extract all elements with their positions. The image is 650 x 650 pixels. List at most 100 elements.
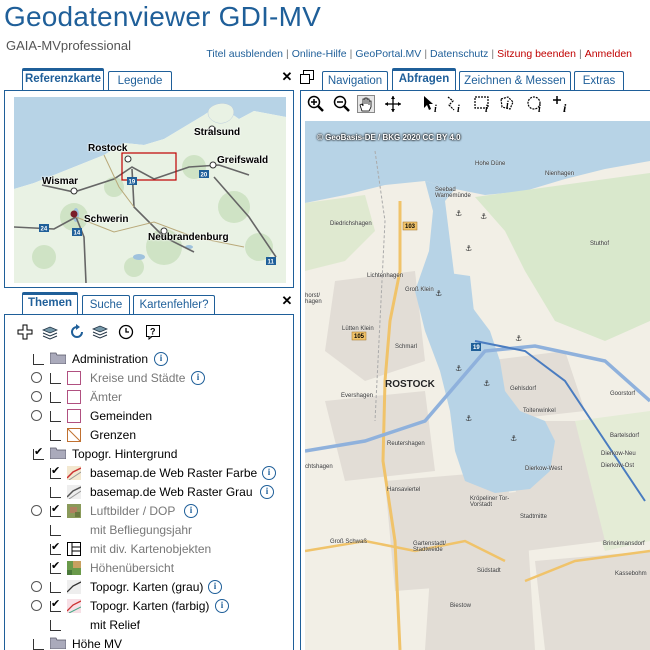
svg-text:24: 24 [41,227,48,233]
reference-map[interactable]: 19 20 24 14 11 Stralsund Rostock Greifsw… [14,97,286,283]
info-icon[interactable]: i [215,599,229,613]
info-icon[interactable]: i [262,466,276,480]
layer-checkbox[interactable] [50,620,61,631]
tab-suche[interactable]: Suche [82,295,130,314]
tree-item-kartenobjekte[interactable]: mit div. Kartenobjekten [0,538,294,558]
info-rect-icon[interactable]: i [473,95,491,113]
expand-toggle[interactable] [33,443,44,461]
layer-radio[interactable] [31,505,42,516]
map-label: Groß Schwaß [330,539,368,545]
refresh-icon[interactable] [69,324,85,340]
info-icon[interactable]: i [260,485,274,499]
topo-color-icon [67,599,81,613]
tree-item-relief[interactable]: mit Relief [0,616,294,634]
tab-legende[interactable]: Legende [108,71,172,90]
svg-text:⚓: ⚓ [465,244,472,253]
map-label: Dierkow-Ost [601,463,635,469]
info-icon[interactable]: i [184,504,198,518]
layer-checkbox[interactable] [50,392,61,403]
svg-text:i: i [485,104,488,113]
layer-checkbox[interactable] [50,411,61,422]
polygon-layer-icon [67,371,81,385]
tab-themen[interactable]: Themen [22,292,78,314]
info-pointer-icon[interactable]: i [422,95,440,113]
layer-radio[interactable] [31,391,42,402]
hide-title-link[interactable]: Titel ausblenden [206,48,283,60]
add-icon[interactable] [17,324,33,340]
layer-checkbox[interactable] [50,538,61,556]
topo-grey-icon [67,580,81,594]
tree-item-grenzen[interactable]: Grenzen [0,426,294,444]
tab-zeichnen-messen[interactable]: Zeichnen & Messen [459,71,571,90]
layer-checkbox[interactable] [50,557,61,575]
layer-checkbox[interactable] [50,500,61,518]
info-icon[interactable]: i [154,352,168,366]
layer-checkbox[interactable] [50,582,61,593]
tree-item-topogr-hintergrund[interactable]: Topogr. Hintergrund [0,443,294,463]
help-icon[interactable]: ? [145,324,161,340]
tab-navigation[interactable]: Navigation [322,71,388,90]
tree-item-luftbilder[interactable]: Luftbilder / DOP i [0,500,294,520]
map-layer-icon [67,466,81,480]
tree-item-label: mit Relief [90,618,141,632]
end-session-link[interactable]: Sitzung beenden [497,48,576,60]
move-icon[interactable] [384,95,402,113]
geoportal-link[interactable]: GeoPortal.MV [355,48,421,60]
login-link[interactable]: Anmelden [585,48,632,60]
info-polygon-icon[interactable]: i [498,95,516,113]
layers-stack-icon[interactable] [92,324,108,340]
privacy-link[interactable]: Datenschutz [430,48,488,60]
tree-item-basemap-grau[interactable]: basemap.de Web Raster Grau i [0,483,294,501]
layer-checkbox[interactable] [50,430,61,441]
info-point-icon[interactable]: i [553,95,571,113]
layer-radio[interactable] [31,372,42,383]
tab-referenzkarte[interactable]: Referenzkarte [22,68,104,90]
tree-item-kreise[interactable]: Kreise und Städte i [0,369,294,387]
online-help-link[interactable]: Online-Hilfe [292,48,347,60]
layer-radio[interactable] [31,581,42,592]
info-circle-icon[interactable]: i [526,95,544,113]
layer-checkbox[interactable] [50,525,61,536]
restore-window-icon[interactable] [300,70,314,84]
tree-item-aemter[interactable]: Ämter [0,388,294,406]
tab-abfragen[interactable]: Abfragen [392,68,456,90]
layer-checkbox[interactable] [50,373,61,384]
expand-toggle[interactable] [33,639,44,650]
tree-item-hoehe-mv[interactable]: Höhe MV [0,635,294,650]
map-copyright: © GeoBasis-DE / BKG 2020 CC BY 4.0 [317,133,461,142]
svg-text:⚓: ⚓ [455,209,462,218]
close-ref-panel-icon[interactable]: ✕ [281,70,293,83]
tab-extras[interactable]: Extras [574,71,624,90]
map-view[interactable]: 103 105 19 ⚓ ⚓ ⚓ ⚓ ⚓ ⚓ ⚓ ⚓ ⚓ © GeoBasis-DE / B… [305,121,650,650]
info-icon[interactable]: i [191,371,205,385]
svg-text:⚓: ⚓ [435,289,442,298]
layer-radio[interactable] [31,410,42,421]
map-label: Groß Klein [405,287,434,293]
info-icon[interactable]: i [208,580,222,594]
tree-item-hoehenuebersicht[interactable]: Höhenübersicht [0,557,294,577]
expand-toggle[interactable] [33,354,44,365]
map-label: Bartelsdorf [610,433,640,439]
map-label: Diedrichshagen [330,221,372,227]
tree-item-basemap-farbe[interactable]: basemap.de Web Raster Farbe i [0,462,294,482]
layer-radio[interactable] [31,600,42,611]
layers-icon[interactable] [42,324,58,340]
tree-item-befliegungsjahr[interactable]: mit Befliegungsjahr [0,521,294,539]
clock-icon[interactable] [118,324,134,340]
tree-item-gemeinden[interactable]: Gemeinden [0,407,294,425]
tab-kartenfehler[interactable]: Kartenfehler? [133,295,215,314]
close-themes-panel-icon[interactable]: ✕ [281,294,293,307]
pan-hand-icon[interactable] [357,95,375,113]
layer-checkbox[interactable] [50,462,61,480]
svg-text:i: i [506,100,509,111]
tree-item-administration[interactable]: Administration i [0,350,294,368]
map-label: Kassebohm [615,571,647,577]
tree-item-topogr-farbig[interactable]: Topogr. Karten (farbig) i [0,595,294,615]
map-label: Schmarl [395,344,418,350]
layer-checkbox[interactable] [50,595,61,613]
zoom-in-icon[interactable] [307,95,325,113]
info-line-icon[interactable]: i [446,95,464,113]
tree-item-topogr-grau[interactable]: Topogr. Karten (grau) i [0,578,294,596]
zoom-out-icon[interactable] [333,95,351,113]
layer-checkbox[interactable] [50,487,61,498]
